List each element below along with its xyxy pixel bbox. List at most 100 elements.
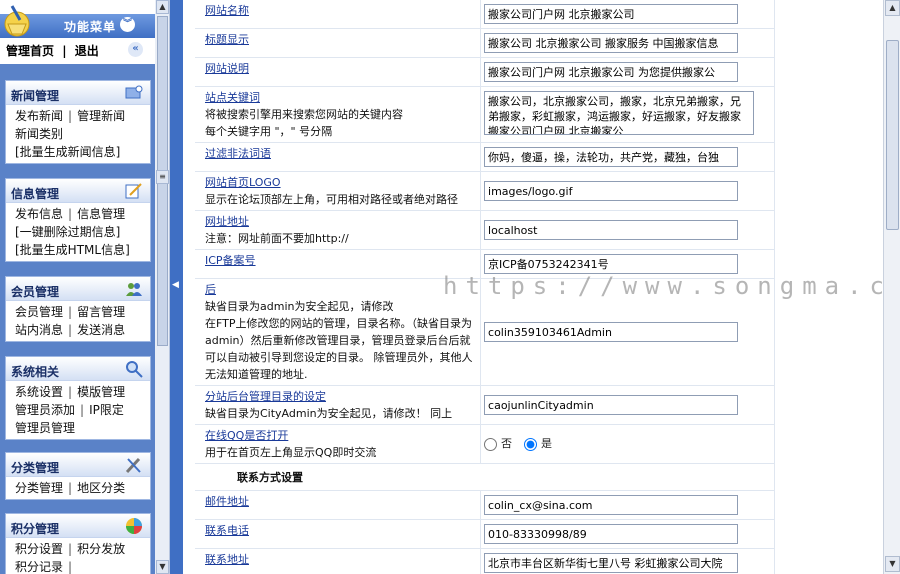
icp-input[interactable] [484,254,739,274]
field-description: 缺省目录为admin为安全起见，请修改 在FTP上修改您的网站的管理，目录名称。… [205,300,473,381]
menu-item[interactable]: 留言管理 [77,305,125,319]
field-label-cell: 网站名称 [195,0,482,29]
settings-table: 网站名称标题显示网站说明站点关键词将被搜索引擎用来搜索您网站的关键内容 每个关键… [195,0,775,574]
menu-item[interactable]: 管理员添加 [15,403,75,417]
field-value-cell [480,0,775,29]
form-row-phone: 联系电话 [195,519,775,549]
menu-item[interactable]: 积分记录 [15,560,63,574]
menu-item[interactable]: IP限定 [89,403,124,417]
menu-collapse-icon[interactable]: ︾ [120,17,135,32]
menu-group-title: 系统相关 [11,365,60,379]
form-row-filter-words: 过滤非法词语 [195,142,775,172]
menu-group-title: 会员管理 [11,285,60,299]
menu-item[interactable]: 新闻类别 [15,127,63,141]
menu-item[interactable]: 会员管理 [15,305,63,319]
home-link[interactable]: 管理首页 [6,44,54,58]
radio-label: 是 [541,437,553,450]
site-url-input[interactable] [484,220,739,240]
menu-item[interactable]: 发布信息 [15,207,63,221]
menu-item[interactable]: 积分发放 [77,542,125,556]
menu-group-header[interactable]: 新闻管理 [6,81,150,105]
field-title-link[interactable]: 站点关键词 [205,90,474,106]
menu-group-body: 会员管理 | 留言管理 站内消息 | 发送消息 [6,301,150,341]
field-title-link[interactable]: 网站说明 [205,61,474,77]
field-title-link[interactable]: 标题显示 [205,32,474,48]
menu-row: 积分记录 | [15,558,150,574]
logout-link[interactable]: 退出 [75,44,99,58]
form-row-site-description: 网站说明 [195,57,775,87]
sidebar-scroll-up-icon[interactable]: ▲ [156,0,169,14]
menu-item[interactable]: 模版管理 [77,385,125,399]
field-value-cell [480,490,775,520]
field-title-link[interactable]: 联系地址 [205,552,474,568]
menu-item[interactable]: 系统设置 [15,385,63,399]
field-title-link[interactable]: ICP备案号 [205,253,474,269]
scroll-down-icon[interactable]: ▼ [885,556,900,572]
menu-item[interactable]: [一键删除过期信息] [15,225,120,239]
sidebar-scroll-down-icon[interactable]: ▼ [156,560,169,574]
home-logo-input[interactable] [484,181,739,201]
form-row-site-keywords: 站点关键词 将被搜索引擎用来搜索您网站的关键内容 每个关键字用 "，" 号分隔 搬家… [195,86,775,143]
field-description: 用于在首页左上角显示QQ即时交流 [205,446,377,459]
qq-radio-group: 否是 [484,429,771,451]
menu-item[interactable]: 信息管理 [77,207,125,221]
form-row-branch-admin-dir: 分站后台管理目录的设定 缺省目录为CityAdmin为安全起见，请修改！ 同上 [195,385,775,425]
menu-item[interactable]: 分类管理 [15,481,63,495]
splitter-arrow-icon[interactable]: ◀ [172,280,179,290]
address-input[interactable] [484,553,739,573]
menu-row: 站内消息 | 发送消息 [15,321,150,339]
menu-group-header[interactable]: 分类管理 [6,453,150,477]
site-keywords-textarea[interactable]: 搬家公司，北京搬家公司，搬家，北京兄弟搬家，兄弟搬家，彩虹搬家，鸿运搬家，好运搬… [484,91,755,135]
field-label-cell: 网址地址 注意：网址前面不要加http:// [195,210,482,250]
menu-item[interactable]: 管理新闻 [77,109,125,123]
radio-option[interactable]: 是 [524,437,553,451]
menu-item[interactable]: [批量生成HTML信息] [15,243,130,257]
field-description: 缺省目录为CityAdmin为安全起见，请修改！ 同上 [205,407,453,420]
site-description-input[interactable] [484,62,739,82]
menu-item[interactable]: 地区分类 [77,481,125,495]
site-name-input[interactable] [484,4,739,24]
menu-item[interactable]: 积分设置 [15,542,63,556]
filter-words-input[interactable] [484,147,739,167]
menu-item[interactable]: 站内消息 [15,323,63,337]
field-title-link[interactable]: 网址地址 [205,214,474,230]
news-icon [124,84,144,102]
field-title-link[interactable]: 分站后台管理目录的设定 [205,389,474,405]
field-title-link[interactable]: 邮件地址 [205,494,474,510]
main-scroll-thumb[interactable] [886,40,899,230]
menu-item[interactable]: 管理员管理 [15,421,75,435]
sidebar: 功能菜单 ︾ 管理首页 | 退出 « 新闻管理 发布新闻 | 管理新闻 新闻类别 [批量生… [0,0,155,574]
radio-button[interactable] [484,437,498,451]
branch-admin-dir-input[interactable] [484,395,739,415]
menu-group-header[interactable]: 系统相关 [6,357,150,381]
main-scrollbar[interactable]: ▲ ▼ [883,0,900,574]
menu-item[interactable]: 发布新闻 [15,109,63,123]
field-title-link[interactable]: 网站名称 [205,3,474,19]
menu-item[interactable]: 发送消息 [77,323,125,337]
menu-group-header[interactable]: 会员管理 [6,277,150,301]
field-title-link[interactable]: 后 [205,282,474,298]
field-value-cell: 搬家公司，北京搬家公司，搬家，北京兄弟搬家，兄弟搬家，彩虹搬家，鸿运搬家，好运搬… [480,86,775,143]
menu-group-header[interactable]: 积分管理 [6,514,150,538]
radio-button[interactable] [524,437,538,451]
title-display-input[interactable] [484,33,739,53]
field-title-link[interactable]: 网站首页LOGO [205,175,474,191]
field-title-link[interactable]: 联系电话 [205,523,474,539]
menu-group: 积分管理 积分设置 | 积分发放 积分记录 | [5,513,151,574]
field-title-link[interactable]: 过滤非法词语 [205,146,474,162]
field-value-cell [480,519,775,549]
field-title-link[interactable]: 在线QQ是否打开 [205,428,474,444]
broom-logo-icon [4,5,30,37]
email-input[interactable] [484,495,739,515]
menu-row: [批量生成HTML信息] [15,241,150,259]
admin-dir-input[interactable] [484,322,739,342]
field-label-cell: 在线QQ是否打开 用于在首页左上角显示QQ即时交流 [195,424,482,464]
radio-option[interactable]: 否 [484,437,512,451]
menu-group-header[interactable]: 信息管理 [6,179,150,203]
section-title: 联系方式设置 [195,463,775,491]
menu-item[interactable]: [批量生成新闻信息] [15,145,120,159]
double-chevron-left-icon[interactable]: « [128,42,143,57]
phone-input[interactable] [484,524,739,544]
scroll-up-icon[interactable]: ▲ [885,0,900,16]
field-label-cell: ICP备案号 [195,249,482,279]
